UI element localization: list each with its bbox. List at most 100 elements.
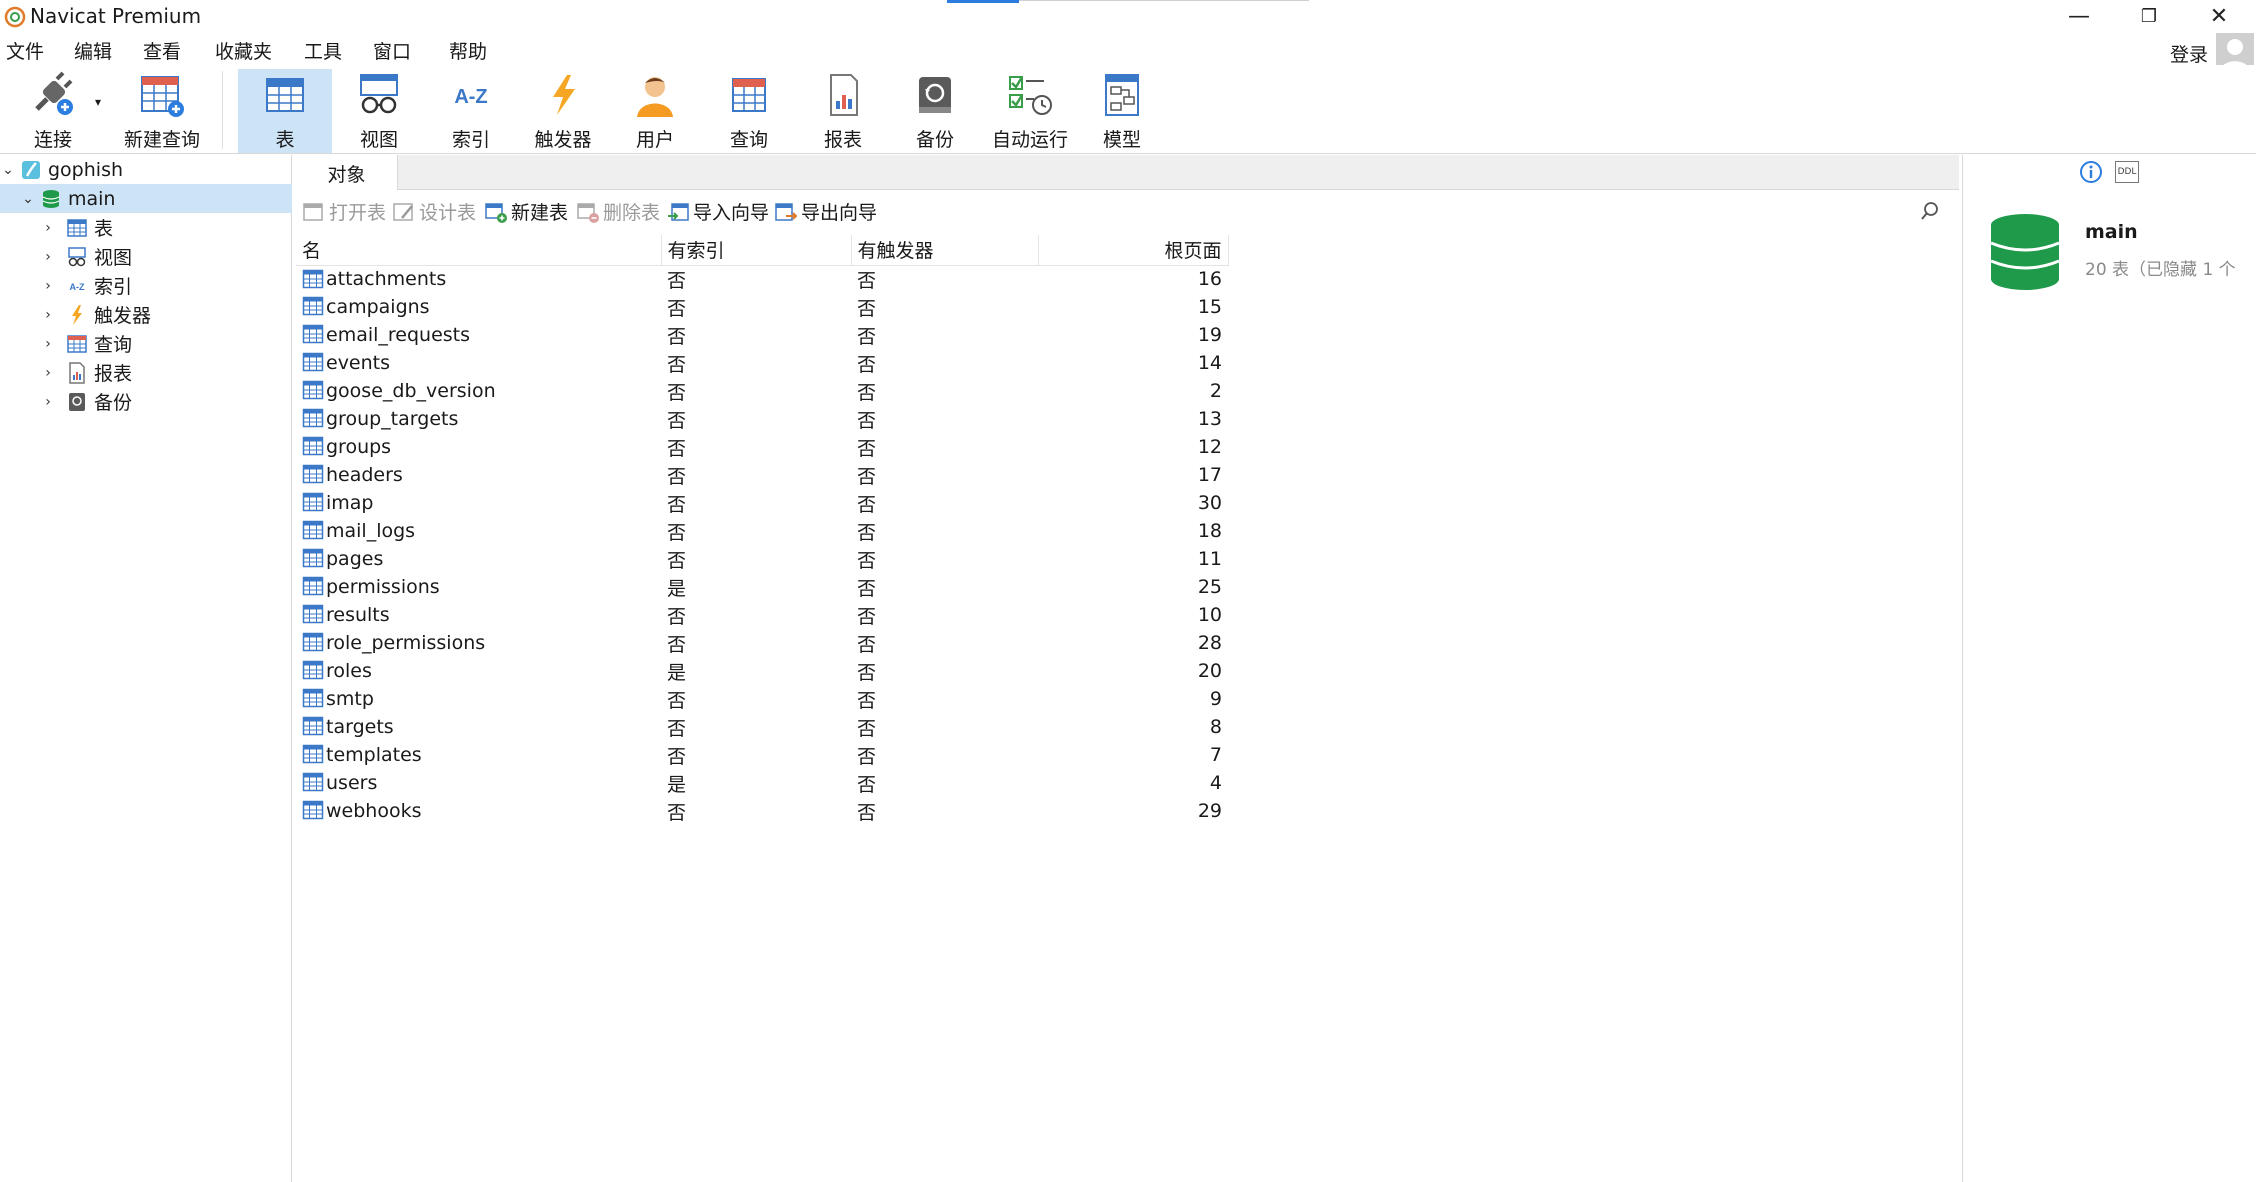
cell-name: events bbox=[296, 349, 661, 377]
expand-arrow-icon[interactable]: › bbox=[40, 249, 56, 265]
tab-bar: 对象 bbox=[296, 155, 1959, 191]
menu-tools[interactable]: 工具 bbox=[304, 37, 342, 64]
table-row[interactable]: group_targets 否 否 13 bbox=[296, 405, 1228, 433]
expand-arrow-icon[interactable]: › bbox=[40, 336, 56, 352]
export-wizard-button[interactable]: 导出向导 bbox=[774, 198, 877, 225]
title-accent-line bbox=[947, 0, 1019, 3]
tree-database-main[interactable]: ⌄ main bbox=[0, 184, 292, 213]
query-button[interactable]: 查询 bbox=[704, 69, 794, 153]
tree-node-reports[interactable]: › 报表 bbox=[0, 358, 292, 387]
tab-objects[interactable]: 对象 bbox=[296, 155, 398, 191]
table-row[interactable]: imap 否 否 30 bbox=[296, 489, 1228, 517]
table-row[interactable]: groups 否 否 12 bbox=[296, 433, 1228, 461]
expand-arrow-icon[interactable]: › bbox=[40, 278, 56, 294]
table-row[interactable]: mail_logs 否 否 18 bbox=[296, 517, 1228, 545]
cell-name: roles bbox=[296, 657, 661, 685]
cell-name: templates bbox=[296, 741, 661, 769]
search-icon[interactable] bbox=[1919, 200, 1941, 222]
tree-node-tables[interactable]: › 表 bbox=[0, 213, 292, 242]
expand-arrow-icon[interactable]: › bbox=[40, 307, 56, 323]
tree-node-triggers[interactable]: › 触发器 bbox=[0, 300, 292, 329]
table-icon bbox=[302, 268, 324, 290]
info-icon[interactable] bbox=[2079, 160, 2103, 184]
table-row[interactable]: pages 否 否 11 bbox=[296, 545, 1228, 573]
table-row[interactable]: templates 否 否 7 bbox=[296, 741, 1228, 769]
table-row[interactable]: results 否 否 10 bbox=[296, 601, 1228, 629]
automation-button[interactable]: 自动运行 bbox=[984, 69, 1076, 153]
table-name-text: mail_logs bbox=[326, 519, 416, 542]
table-row[interactable]: events 否 否 14 bbox=[296, 349, 1228, 377]
tree-node-backups[interactable]: › 备份 bbox=[0, 387, 292, 416]
cell-name: campaigns bbox=[296, 293, 661, 321]
table-row[interactable]: campaigns 否 否 15 bbox=[296, 293, 1228, 321]
table-name-text: smtp bbox=[326, 687, 374, 710]
cell-root-page: 8 bbox=[1209, 716, 1222, 738]
index-button[interactable]: A-Z 索引 bbox=[426, 69, 516, 153]
title-accent-line-gray bbox=[1019, 0, 1309, 1]
expand-arrow-icon[interactable]: › bbox=[40, 220, 56, 236]
new-query-button[interactable]: 新建查询 bbox=[112, 69, 212, 153]
menu-edit[interactable]: 编辑 bbox=[74, 37, 112, 64]
cell-name: pages bbox=[296, 545, 661, 573]
table-name-text: results bbox=[326, 603, 390, 626]
table-icon bbox=[302, 603, 324, 625]
backup-button[interactable]: 备份 bbox=[890, 69, 980, 153]
table-row[interactable]: roles 是 否 20 bbox=[296, 657, 1228, 685]
cell-has-trigger: 否 bbox=[857, 633, 877, 656]
collapse-arrow-icon[interactable]: ⌄ bbox=[20, 191, 36, 207]
menu-view[interactable]: 查看 bbox=[143, 37, 181, 64]
ddl-icon[interactable]: DDL bbox=[2115, 161, 2139, 183]
tree-connection-gophish[interactable]: ⌄ gophish bbox=[0, 155, 292, 184]
tree-node-indexes[interactable]: › A-Z 索引 bbox=[0, 271, 292, 300]
minimize-button[interactable]: — bbox=[2044, 0, 2114, 33]
connect-button[interactable]: 连接 bbox=[20, 69, 86, 153]
menu-help[interactable]: 帮助 bbox=[449, 37, 487, 64]
model-button[interactable]: 模型 bbox=[1076, 69, 1168, 153]
collapse-arrow-icon[interactable]: ⌄ bbox=[0, 162, 16, 178]
open-table-button[interactable]: 打开表 bbox=[302, 198, 386, 225]
table-row[interactable]: headers 否 否 17 bbox=[296, 461, 1228, 489]
menu-file[interactable]: 文件 bbox=[6, 37, 44, 64]
table-row[interactable]: permissions 是 否 25 bbox=[296, 573, 1228, 601]
delete-table-button[interactable]: 删除表 bbox=[576, 198, 660, 225]
table-row[interactable]: attachments 否 否 16 bbox=[296, 265, 1228, 293]
new-table-label: 新建表 bbox=[511, 202, 569, 224]
column-header-root-page[interactable]: 根页面 bbox=[1038, 235, 1229, 266]
tree-node-queries[interactable]: › 查询 bbox=[0, 329, 292, 358]
table-icon bbox=[302, 519, 324, 541]
expand-arrow-icon[interactable]: › bbox=[40, 394, 56, 410]
import-wizard-button[interactable]: 导入向导 bbox=[666, 198, 769, 225]
new-table-button[interactable]: 新建表 bbox=[484, 198, 568, 225]
table-row[interactable]: smtp 否 否 9 bbox=[296, 685, 1228, 713]
user-button[interactable]: 用户 bbox=[610, 69, 700, 153]
tree-node-label: 报表 bbox=[94, 363, 133, 385]
column-header-has-index[interactable]: 有索引 bbox=[661, 235, 852, 266]
report-button[interactable]: 报表 bbox=[798, 69, 888, 153]
design-table-button[interactable]: 设计表 bbox=[392, 198, 476, 225]
view-button[interactable]: 视图 bbox=[332, 69, 426, 153]
menu-window[interactable]: 窗口 bbox=[373, 37, 411, 64]
object-toolbar: 打开表 设计表 新建表 删除表 导入向导 导出向导 bbox=[296, 190, 1959, 230]
tree-node-views[interactable]: › 视图 bbox=[0, 242, 292, 271]
user-icon bbox=[637, 77, 673, 117]
expand-arrow-icon[interactable]: › bbox=[40, 365, 56, 381]
column-header-name[interactable]: 名 bbox=[296, 235, 662, 266]
table-row[interactable]: users 是 否 4 bbox=[296, 769, 1228, 797]
table-row[interactable]: goose_db_version 否 否 2 bbox=[296, 377, 1228, 405]
table-row[interactable]: webhooks 否 否 29 bbox=[296, 797, 1228, 825]
menu-favorites[interactable]: 收藏夹 bbox=[215, 37, 272, 64]
table-row[interactable]: role_permissions 否 否 28 bbox=[296, 629, 1228, 657]
title-bar: Navicat Premium — ❐ ✕ bbox=[0, 0, 2256, 33]
restore-button[interactable]: ❐ bbox=[2114, 0, 2184, 33]
table-button[interactable]: 表 bbox=[238, 69, 332, 153]
connect-dropdown-icon[interactable]: ▾ bbox=[95, 95, 101, 109]
column-header-has-trigger[interactable]: 有触发器 bbox=[851, 235, 1039, 266]
cell-name: permissions bbox=[296, 573, 661, 601]
close-button[interactable]: ✕ bbox=[2184, 0, 2254, 33]
table-row[interactable]: email_requests 否 否 19 bbox=[296, 321, 1228, 349]
trigger-button[interactable]: 触发器 bbox=[518, 69, 608, 153]
cell-name: smtp bbox=[296, 685, 661, 713]
table-name-text: events bbox=[326, 351, 391, 374]
login-link[interactable]: 登录 bbox=[2170, 40, 2208, 67]
table-row[interactable]: targets 否 否 8 bbox=[296, 713, 1228, 741]
